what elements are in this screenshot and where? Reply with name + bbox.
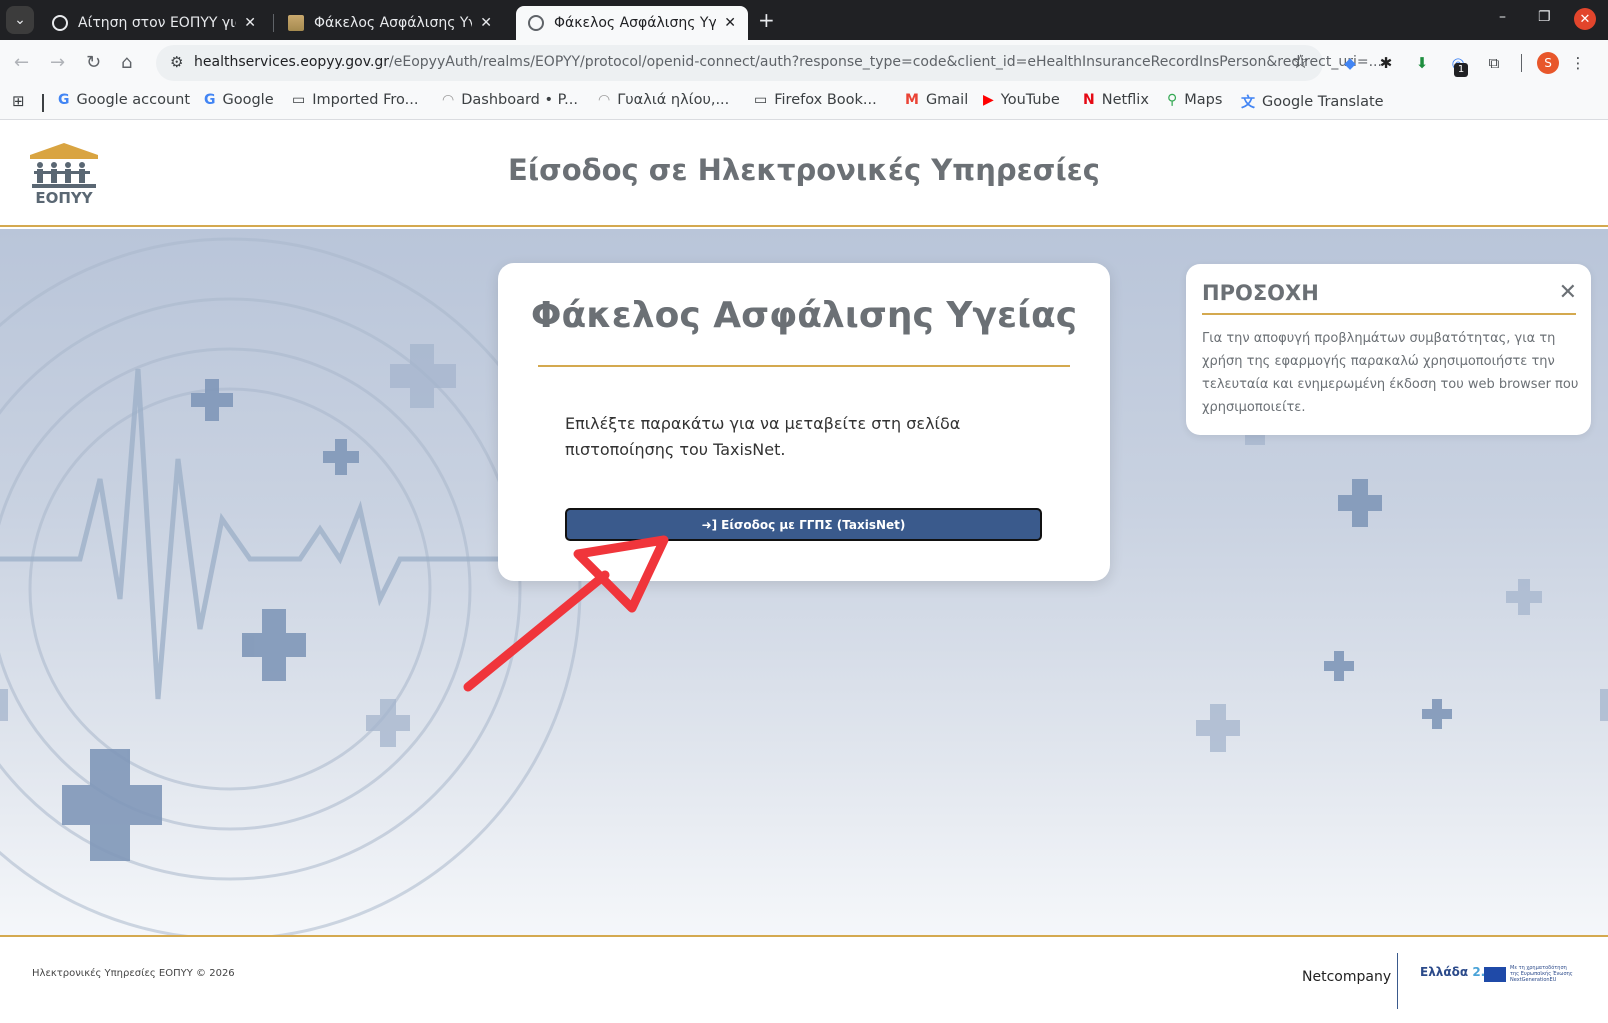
- download-extension-icon[interactable]: ⬇: [1412, 53, 1432, 73]
- notice-text: Για την αποφυγή προβλημάτων συμβατότητας…: [1202, 331, 1579, 415]
- site-header: ΕΟΠΥΥ Είσοδος σε Ηλεκτρονικές Υπηρεσίες: [0, 121, 1608, 227]
- close-tab-icon[interactable]: ✕: [480, 15, 492, 31]
- bookmark-label: Γυαλιά ηλίου,...: [617, 92, 730, 108]
- bookmark-label: Maps: [1184, 92, 1223, 108]
- extension-badge: 1: [1454, 63, 1468, 77]
- bookmark-label: YouTube: [1000, 92, 1060, 108]
- netcompany-logo: Netcompany: [1302, 969, 1392, 985]
- bookmark-youtube[interactable]: ▶ YouTube: [983, 92, 1060, 108]
- site-footer: Ηλεκτρονικές Υπηρεσίες ΕΟΠΥΥ © 2026 Netc…: [0, 935, 1608, 1023]
- toolbar-separator: [1521, 54, 1522, 72]
- tab-eopyy-application[interactable]: Αίτηση στον ΕΟΠΥΥ για τ ✕: [40, 6, 268, 40]
- window-close-icon[interactable]: ✕: [1574, 8, 1596, 30]
- bookmark-label: Dashboard • P...: [461, 92, 578, 108]
- google-icon: G: [204, 92, 216, 108]
- gmail-icon: M: [905, 92, 919, 108]
- apps-grid-icon[interactable]: ⊞: [12, 92, 25, 110]
- browser-tab-bar: ⌄ Αίτηση στον ΕΟΠΥΥ για τ ✕ Φάκελος Ασφά…: [0, 0, 1608, 40]
- red-pointer-arrow: [463, 535, 669, 692]
- footer-copyright: Ηλεκτρονικές Υπηρεσίες ΕΟΠΥΥ © 2026: [32, 968, 235, 979]
- footer-divider: [1397, 953, 1398, 1009]
- hero-section: Φάκελος Ασφάλισης Υγείας Επιλέξτε παρακά…: [0, 229, 1608, 935]
- folder-icon: ▭: [754, 92, 768, 108]
- address-bar[interactable]: ⚙ healthservices.eopyy.gov.gr/eEopyyAuth…: [156, 45, 1382, 81]
- youtube-icon: ▶: [983, 92, 994, 108]
- minimize-icon[interactable]: –: [1499, 9, 1506, 25]
- tab-title: Αίτηση στον ΕΟΠΥΥ για τ: [78, 15, 236, 31]
- restore-icon[interactable]: ❐: [1538, 9, 1551, 25]
- login-button-label: Είσοδος με ΓΓΠΣ (TaxisNet): [721, 517, 906, 532]
- bookmark-label: Google: [222, 92, 274, 108]
- close-icon[interactable]: ✕: [1559, 280, 1577, 305]
- forward-icon[interactable]: →: [50, 52, 65, 73]
- sunglasses-icon: ◠: [442, 92, 455, 108]
- netflix-icon: N: [1083, 92, 1095, 108]
- tab-search-button[interactable]: ⌄: [6, 6, 34, 34]
- bank-icon: [288, 15, 304, 31]
- reload-icon[interactable]: ↻: [86, 52, 101, 73]
- bookmark-imported-folder[interactable]: ▭ Imported Fro...: [292, 92, 418, 108]
- close-tab-icon[interactable]: ✕: [724, 15, 736, 31]
- tab-title: Φάκελος Ασφάλισης Υγε: [314, 15, 473, 31]
- bookmark-label: Imported Fro...: [312, 92, 419, 108]
- tab-separator: [273, 14, 274, 32]
- bookmark-label: Netflix: [1101, 92, 1149, 108]
- back-icon[interactable]: ←: [14, 52, 29, 73]
- bookmark-sunglasses[interactable]: ◠ Γυαλιά ηλίου,...: [598, 92, 729, 108]
- bookmark-maps[interactable]: ⚲ Maps: [1167, 92, 1222, 108]
- bookmark-label: Google Translate: [1262, 94, 1384, 110]
- url-path: /eEopyyAuth/realms/EOPYY/protocol/openid…: [389, 54, 1382, 70]
- warning-notice: ΠΡΟΣΟΧΗ ✕ Για την αποφυγή προβλημάτων συ…: [1186, 264, 1591, 435]
- notice-divider: [1202, 313, 1576, 315]
- eu-flag-icon: [1484, 967, 1506, 982]
- close-tab-icon[interactable]: ✕: [244, 15, 256, 31]
- bookmark-separator: [42, 94, 44, 112]
- bookmark-label: Firefox Book...: [774, 92, 877, 108]
- profile-avatar[interactable]: S: [1537, 52, 1559, 74]
- bookmark-netflix[interactable]: N Netflix: [1083, 92, 1149, 108]
- bookmark-label: Google account: [76, 92, 191, 108]
- tab-health-record-1[interactable]: Φάκελος Ασφάλισης Υγε ✕: [276, 6, 504, 40]
- greece-2-0-logo: Ελλάδα 2.0: [1420, 965, 1494, 979]
- page-header-title: Είσοδος σε Ηλεκτρονικές Υπηρεσίες: [508, 153, 1100, 187]
- eu-funding-text: Με τη χρηματοδότηση της Ευρωπαϊκής Ένωση…: [1510, 965, 1573, 983]
- greece-label: Ελλάδα: [1420, 965, 1469, 979]
- bookmark-firefox-folder[interactable]: ▭ Firefox Book...: [754, 92, 877, 108]
- new-tab-button[interactable]: +: [758, 8, 775, 32]
- card-title: Φάκελος Ασφάλισης Υγείας: [530, 295, 1078, 336]
- bookmark-google[interactable]: G Google: [204, 92, 274, 108]
- bookmark-label: Gmail: [925, 92, 969, 108]
- bookmark-gmail[interactable]: M Gmail: [905, 92, 968, 108]
- extensions-puzzle-icon[interactable]: ⧉: [1484, 53, 1504, 73]
- card-description: Επιλέξτε παρακάτω για να μεταβείτε στη σ…: [565, 414, 961, 459]
- maps-icon: ⚲: [1167, 92, 1178, 108]
- site-info-icon[interactable]: ⚙: [170, 53, 183, 71]
- sunglasses-icon: ◠: [598, 92, 611, 108]
- browser-menu-icon[interactable]: ⋮: [1568, 53, 1588, 73]
- sign-in-icon: ➜]: [701, 517, 718, 532]
- translate-icon: 文: [1241, 95, 1255, 111]
- tab-title: Φάκελος Ασφάλισης Υγε: [554, 15, 717, 31]
- url-text: healthservices.eopyy.gov.gr/eEopyyAuth/r…: [194, 54, 1382, 70]
- price-tag-extension-icon[interactable]: ◆: [1340, 53, 1360, 73]
- browser-toolbar: ← → ↻ ⌂ ⚙ healthservices.eopyy.gov.gr/eE…: [0, 40, 1608, 86]
- bookmarks-bar: ⊞ G Google account G Google ▭ Imported Fro.…: [0, 86, 1608, 120]
- folder-icon: ▭: [292, 92, 306, 108]
- google-icon: G: [58, 92, 70, 108]
- home-icon[interactable]: ⌂: [121, 52, 132, 73]
- bookmark-dashboard[interactable]: ◠ Dashboard • P...: [442, 92, 578, 108]
- globe-icon: [52, 15, 68, 31]
- tab-health-record-active[interactable]: Φάκελος Ασφάλισης Υγε ✕: [516, 6, 748, 40]
- card-divider: [538, 365, 1070, 367]
- url-host: healthservices.eopyy.gov.gr: [194, 54, 390, 70]
- notice-title: ΠΡΟΣΟΧΗ: [1202, 281, 1319, 305]
- bookmark-star-icon[interactable]: ☆: [1292, 51, 1309, 73]
- logo-text: ΕΟΠΥΥ: [35, 189, 93, 207]
- bug-extension-icon[interactable]: ✱: [1376, 53, 1396, 73]
- bookmark-google-translate[interactable]: 文 Google Translate: [1241, 92, 1384, 112]
- globe-icon: [528, 15, 544, 31]
- bookmark-google-account[interactable]: G Google account: [58, 92, 190, 108]
